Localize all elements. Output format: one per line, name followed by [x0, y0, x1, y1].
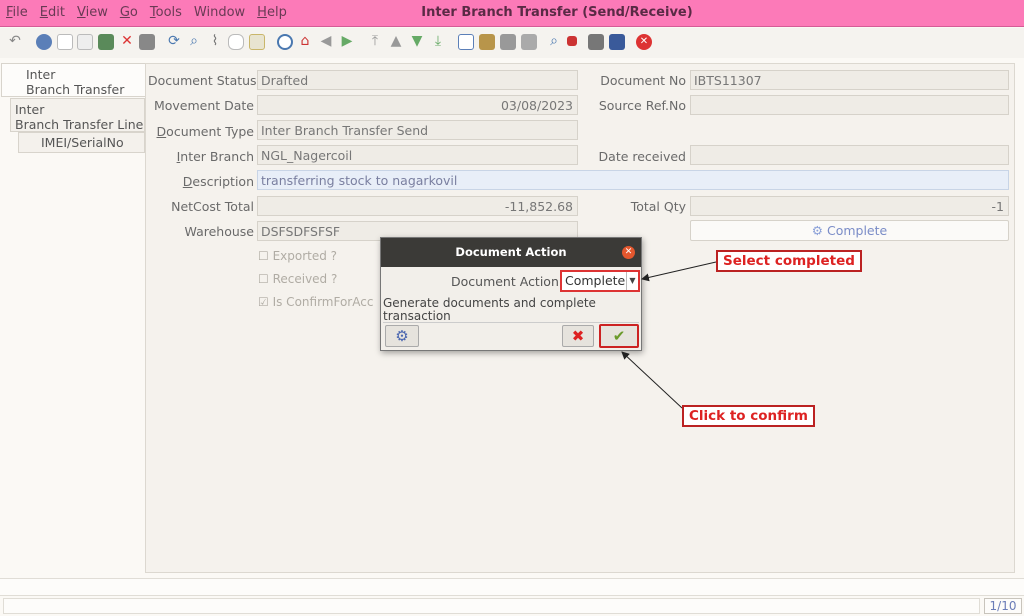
tab-inter-branch-transfer[interactable]: Inter Branch Transfer: [1, 63, 146, 97]
first-record-icon[interactable]: ◀: [318, 33, 334, 49]
date-received-field[interactable]: [690, 145, 1009, 165]
movement-date-field[interactable]: 03/08/2023: [257, 95, 578, 115]
tab-imei-serialno[interactable]: IMEI/SerialNo: [18, 132, 145, 153]
exported-checkbox[interactable]: ☐ Exported ?: [258, 249, 337, 263]
document-no-label: Document No: [600, 73, 686, 88]
grid-icon[interactable]: [139, 34, 155, 50]
ok-button[interactable]: ✔: [599, 324, 639, 348]
document-action-label: Document Action: [451, 274, 559, 289]
home-icon[interactable]: [277, 34, 293, 50]
gear-settings-button[interactable]: ⚙: [385, 325, 419, 347]
report-icon[interactable]: [458, 34, 474, 50]
received-label: Received ?: [272, 272, 338, 286]
complete-button-label: Complete: [826, 223, 888, 238]
attachment-icon[interactable]: ⌇: [207, 33, 223, 49]
source-ref-no-field[interactable]: [690, 95, 1009, 115]
tab-label-line1: Inter: [26, 67, 56, 82]
netcost-total-label: NetCost Total: [171, 199, 254, 214]
chevron-down-icon[interactable]: ▼: [626, 272, 638, 290]
warehouse-label: Warehouse: [184, 224, 254, 239]
document-status-label: Document Status: [148, 73, 257, 88]
request-icon[interactable]: [588, 34, 604, 50]
up-record-icon[interactable]: ▲: [388, 33, 404, 49]
document-status-field[interactable]: Drafted: [257, 70, 578, 90]
zoom-icon[interactable]: ⌕: [546, 33, 562, 49]
exported-label: Exported ?: [272, 249, 338, 263]
print-preview-icon[interactable]: [521, 34, 537, 50]
history-icon[interactable]: [249, 34, 265, 50]
archive-icon[interactable]: [479, 34, 495, 50]
is-confirm-label: Is ConfirmForAcc: [272, 295, 374, 309]
delete-icon[interactable]: ✕: [119, 33, 135, 49]
toolbar: ↶ ✕ ⟳ ⌕ ⌇ ⌂ ◀ ▶ ⤒ ▲ ▼ ⤓ ⌕ ✕: [0, 28, 1024, 58]
copy-icon[interactable]: [77, 34, 93, 50]
dialog-close-icon[interactable]: ✕: [622, 246, 635, 259]
click-to-confirm-callout: Click to confirm: [682, 405, 815, 427]
inter-branch-field[interactable]: NGL_Nagercoil: [257, 145, 578, 165]
checkmark-icon: ✔: [612, 327, 626, 345]
tab-label-line1: Inter: [15, 102, 45, 117]
product-info-icon[interactable]: [609, 34, 625, 50]
refresh-icon[interactable]: ⟳: [166, 33, 182, 49]
description-label: Description: [182, 174, 254, 189]
save-icon[interactable]: [98, 34, 114, 50]
tab-inter-branch-transfer-line[interactable]: Inter Branch Transfer Line: [10, 98, 145, 132]
close-window-icon[interactable]: ✕: [636, 34, 652, 50]
tab-label-line2: Branch Transfer Line: [15, 117, 144, 132]
gear-icon: ⚙: [395, 327, 409, 345]
last-record-icon[interactable]: ⤓: [430, 33, 446, 49]
complete-button[interactable]: ⚙ Complete: [690, 220, 1009, 241]
tab-label-line2: Branch Transfer: [26, 82, 125, 97]
gear-icon: ⚙: [811, 223, 823, 238]
date-received-label: Date received: [598, 149, 686, 164]
help-icon[interactable]: [36, 34, 52, 50]
source-ref-no-label: Source Ref.No: [598, 98, 686, 113]
next-record-icon[interactable]: ▼: [409, 33, 425, 49]
is-confirm-checkbox[interactable]: ☑ Is ConfirmForAcc: [258, 295, 373, 309]
description-field[interactable]: transferring stock to nagarkovil: [257, 170, 1009, 190]
title-bar: File Edit View Go Tools Window Help Inte…: [0, 0, 1024, 27]
next-icon[interactable]: ▶: [339, 33, 355, 49]
action-description: Generate documents and complete transact…: [383, 297, 639, 323]
tab-label-line1: IMEI/SerialNo: [41, 135, 124, 150]
status-bar: [0, 578, 1024, 596]
document-no-field[interactable]: IBTS11307: [690, 70, 1009, 90]
window-title: Inter Branch Transfer (Send/Receive): [421, 5, 693, 20]
undo-icon[interactable]: ↶: [7, 33, 23, 49]
netcost-total-field[interactable]: -11,852.68: [257, 196, 578, 216]
status-message-bar: [3, 598, 980, 614]
cancel-button[interactable]: ✖: [562, 325, 594, 347]
find-icon[interactable]: ⌕: [186, 33, 202, 49]
total-qty-field[interactable]: -1: [690, 196, 1009, 216]
movement-date-label: Movement Date: [153, 98, 254, 113]
workflow-icon[interactable]: [567, 36, 577, 46]
total-qty-label: Total Qty: [630, 199, 686, 214]
close-icon: ✖: [571, 327, 585, 345]
print-icon[interactable]: [500, 34, 516, 50]
previous-record-icon[interactable]: ⤒: [367, 33, 383, 49]
inter-branch-label: Inter Branch: [176, 149, 254, 164]
document-action-value: Complete: [565, 273, 626, 288]
select-completed-callout: Select completed: [716, 250, 862, 272]
record-indicator[interactable]: 1/10: [984, 598, 1022, 614]
document-action-select[interactable]: Complete ▼: [560, 270, 640, 292]
dialog-title: Document Action: [381, 238, 641, 267]
received-checkbox[interactable]: ☐ Received ?: [258, 272, 337, 286]
document-type-field[interactable]: Inter Branch Transfer Send: [257, 120, 578, 140]
previous-icon[interactable]: ⌂: [297, 33, 313, 49]
chat-icon[interactable]: [228, 34, 244, 50]
document-type-label: Document Type: [156, 124, 254, 139]
document-action-dialog: Document Action ✕ Document Action Comple…: [380, 237, 642, 351]
new-icon[interactable]: [57, 34, 73, 50]
